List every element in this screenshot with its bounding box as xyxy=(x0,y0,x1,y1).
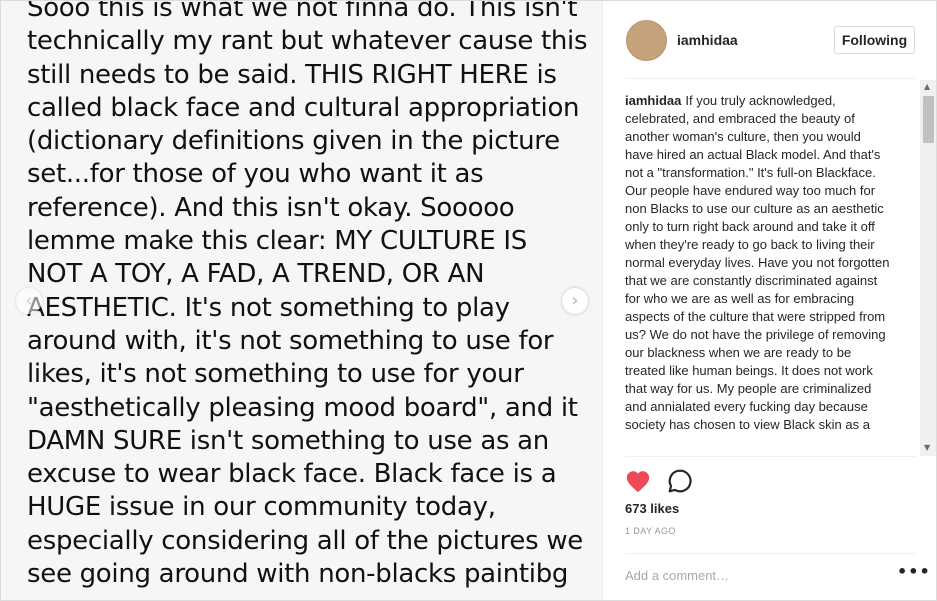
following-button[interactable]: Following xyxy=(834,26,915,54)
caption-username[interactable]: iamhidaa xyxy=(625,93,681,108)
scroll-down-arrow-icon[interactable]: ▼ xyxy=(924,443,930,452)
comment-input[interactable] xyxy=(625,564,875,586)
action-bar xyxy=(625,467,693,495)
comment-bubble-icon xyxy=(668,469,692,493)
comment-button[interactable] xyxy=(667,468,693,494)
comments-scrollbar[interactable]: ▲ ▼ xyxy=(920,80,936,456)
like-count[interactable]: 673 likes xyxy=(625,501,679,516)
heart-icon xyxy=(626,471,650,493)
post-media: Sooo this is what we not finna do. This … xyxy=(1,1,603,600)
divider xyxy=(625,456,915,457)
next-slide-button[interactable]: › xyxy=(562,288,588,314)
scroll-up-arrow-icon[interactable]: ▲ xyxy=(924,82,930,91)
header-username[interactable]: iamhidaa xyxy=(677,32,738,48)
avatar[interactable] xyxy=(626,20,667,61)
media-image-text: Sooo this is what we not finna do. This … xyxy=(27,1,588,590)
scrollbar-thumb[interactable] xyxy=(923,96,934,143)
post-side-panel: iamhidaa Following iamhidaa If you truly … xyxy=(603,1,936,600)
post-header: iamhidaa Following xyxy=(625,1,915,79)
post-timestamp[interactable]: 1 DAY AGO xyxy=(625,526,676,536)
chevron-right-icon: › xyxy=(571,290,579,311)
chevron-left-icon: ‹ xyxy=(25,290,33,311)
comments-section[interactable]: iamhidaa If you truly acknowledged, celeb… xyxy=(625,80,917,456)
post-container: Sooo this is what we not finna do. This … xyxy=(0,0,937,601)
caption: iamhidaa If you truly acknowledged, celeb… xyxy=(625,80,890,434)
like-button[interactable] xyxy=(625,468,651,494)
previous-slide-button[interactable]: ‹ xyxy=(16,288,42,314)
caption-text: If you truly acknowledged, celebrated, a… xyxy=(625,93,890,432)
add-comment-section: ••• xyxy=(625,553,930,599)
more-options-icon[interactable]: ••• xyxy=(897,564,931,580)
